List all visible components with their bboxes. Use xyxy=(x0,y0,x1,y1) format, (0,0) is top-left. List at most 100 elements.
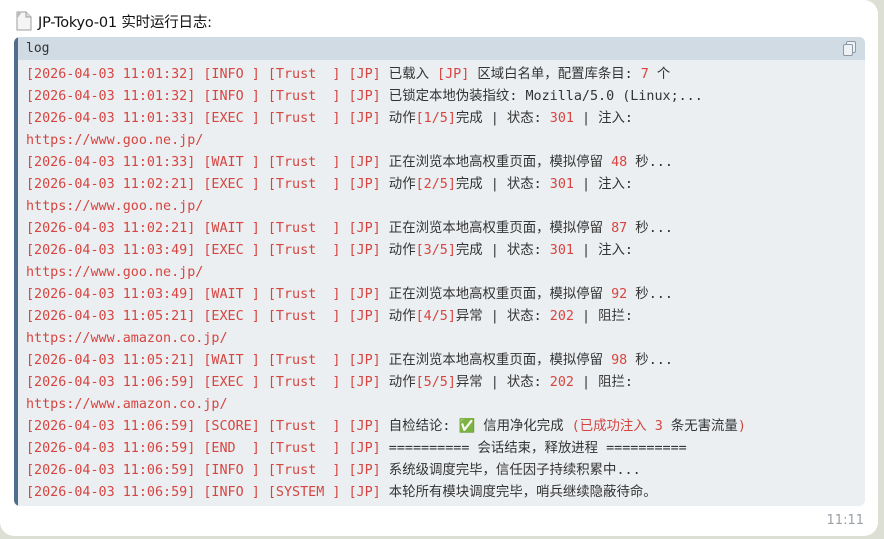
log-url[interactable]: https://www.goo.ne.jp/ xyxy=(26,133,203,148)
log-token: 区域白名单，配置库条目: xyxy=(469,67,641,82)
log-token: 秒... xyxy=(627,155,673,170)
log-token: | 注入: xyxy=(573,243,633,258)
log-token: [JP] xyxy=(348,419,381,434)
log-token: [JP] xyxy=(348,221,381,236)
file-icon xyxy=(16,11,32,31)
log-line: [2026-04-03 11:05:21] [EXEC ] [Trust ] [… xyxy=(26,306,861,328)
log-token: 个 xyxy=(648,67,671,82)
log-token: | 阻拦: xyxy=(573,375,633,390)
log-token: [2026-04-03 11:03:49] xyxy=(26,287,196,302)
log-token: [INFO ] xyxy=(203,89,260,104)
log-token: [JP] xyxy=(348,485,381,500)
log-line: [2026-04-03 11:01:32] [INFO ] [Trust ] [… xyxy=(26,86,861,108)
log-token: [Trust ] xyxy=(267,89,341,104)
log-token: [Trust ] xyxy=(267,419,341,434)
log-token xyxy=(260,111,268,126)
log-token: [EXEC ] xyxy=(203,375,260,390)
log-token: 完成 | 状态: xyxy=(455,243,550,258)
log-token: [Trust ] xyxy=(267,221,341,236)
log-line: [2026-04-03 11:01:33] [EXEC ] [Trust ] [… xyxy=(26,108,861,130)
log-token: [JP] xyxy=(348,177,381,192)
log-token xyxy=(340,89,348,104)
log-token: [2026-04-03 11:02:21] xyxy=(26,221,196,236)
log-token: [Trust ] xyxy=(267,441,341,456)
log-token: [INFO ] xyxy=(203,463,260,478)
log-token xyxy=(340,287,348,302)
log-line: [2026-04-03 11:02:21] [WAIT ] [Trust ] [… xyxy=(26,218,861,240)
log-token: 正在浏览本地高权重页面，模拟停留 xyxy=(380,155,612,170)
log-token xyxy=(260,375,268,390)
log-token: [2026-04-03 11:05:21] xyxy=(26,353,196,368)
log-token: 301 xyxy=(549,177,574,192)
log-token: [WAIT ] xyxy=(203,353,260,368)
log-line: [2026-04-03 11:01:33] [WAIT ] [Trust ] [… xyxy=(26,152,861,174)
log-url[interactable]: https://www.amazon.co.jp/ xyxy=(26,331,228,346)
log-line: [2026-04-03 11:02:21] [EXEC ] [Trust ] [… xyxy=(26,174,861,196)
log-token xyxy=(340,221,348,236)
log-token xyxy=(340,309,348,324)
log-token xyxy=(260,353,268,368)
log-token: [WAIT ] xyxy=(203,221,260,236)
log-token: [2026-04-03 11:01:32] xyxy=(26,89,196,104)
log-token: ) xyxy=(737,419,746,434)
log-token: 7 xyxy=(640,67,649,82)
log-token: [5/5] xyxy=(415,375,456,390)
log-token: [EXEC ] xyxy=(203,177,260,192)
log-line: [2026-04-03 11:03:49] [WAIT ] [Trust ] [… xyxy=(26,284,861,306)
log-url[interactable]: https://www.goo.ne.jp/ xyxy=(26,265,203,280)
log-content: [2026-04-03 11:01:32] [INFO ] [Trust ] [… xyxy=(26,64,861,504)
log-token: [SCORE] xyxy=(203,419,260,434)
log-token xyxy=(340,243,348,258)
log-token: 动作 xyxy=(380,111,416,126)
log-token: [1/5] xyxy=(415,111,456,126)
log-token: [JP] xyxy=(348,67,381,82)
log-token xyxy=(340,155,348,170)
log-url[interactable]: https://www.amazon.co.jp/ xyxy=(26,397,228,412)
log-token: [JP] xyxy=(348,441,381,456)
log-token xyxy=(340,441,348,456)
log-token: 秒... xyxy=(627,353,673,368)
log-token xyxy=(260,485,268,500)
log-token xyxy=(340,419,348,434)
log-token: 87 xyxy=(611,221,628,236)
log-token: 已锁定本地伪装指纹: Mozilla/5.0 (Linux;... xyxy=(380,89,703,104)
log-line: [2026-04-03 11:06:59] [INFO ] [Trust ] [… xyxy=(26,460,861,482)
log-line: https://www.goo.ne.jp/ xyxy=(26,196,861,218)
message-header: JP-Tokyo-01 实时运行日志: xyxy=(16,9,212,33)
log-token: [2026-04-03 11:01:33] xyxy=(26,155,196,170)
log-token: [2026-04-03 11:06:59] xyxy=(26,463,196,478)
log-token: [INFO ] xyxy=(203,67,260,82)
log-token xyxy=(340,177,348,192)
log-token: 48 xyxy=(611,155,628,170)
log-token: 正在浏览本地高权重页面，模拟停留 xyxy=(380,221,612,236)
log-token xyxy=(340,111,348,126)
log-token: 秒... xyxy=(627,287,673,302)
log-token: 动作 xyxy=(380,243,416,258)
log-token: 完成 | 状态: xyxy=(455,111,550,126)
log-token: 正在浏览本地高权重页面，模拟停留 xyxy=(380,287,612,302)
log-token: | 注入: xyxy=(573,177,633,192)
log-token: [END ] xyxy=(203,441,260,456)
log-token: 98 xyxy=(611,353,628,368)
message-timestamp: 11:11 xyxy=(826,513,864,528)
log-token: [JP] xyxy=(348,155,381,170)
log-line: [2026-04-03 11:06:59] [END ] [Trust ] [J… xyxy=(26,438,861,460)
log-url[interactable]: https://www.goo.ne.jp/ xyxy=(26,199,203,214)
log-token: 3 xyxy=(654,419,663,434)
log-token: 异常 | 状态: xyxy=(455,309,550,324)
log-token xyxy=(260,221,268,236)
log-token xyxy=(340,485,348,500)
log-token: [SYSTEM ] xyxy=(267,485,341,500)
log-token xyxy=(260,177,268,192)
log-line: [2026-04-03 11:06:59] [SCORE] [Trust ] [… xyxy=(26,416,861,438)
log-line: [2026-04-03 11:06:59] [INFO ] [SYSTEM ] … xyxy=(26,482,861,504)
log-token: 正在浏览本地高权重页面，模拟停留 xyxy=(380,353,612,368)
log-token: 异常 | 状态: xyxy=(455,375,550,390)
copy-icon[interactable] xyxy=(843,41,857,56)
log-token: [JP] xyxy=(348,89,381,104)
message-title: JP-Tokyo-01 实时运行日志: xyxy=(38,14,212,31)
code-block-header: log xyxy=(18,37,865,60)
check-emoji-icon: ✅ xyxy=(458,419,476,434)
log-token: 301 xyxy=(549,111,574,126)
log-token: 动作 xyxy=(380,375,416,390)
